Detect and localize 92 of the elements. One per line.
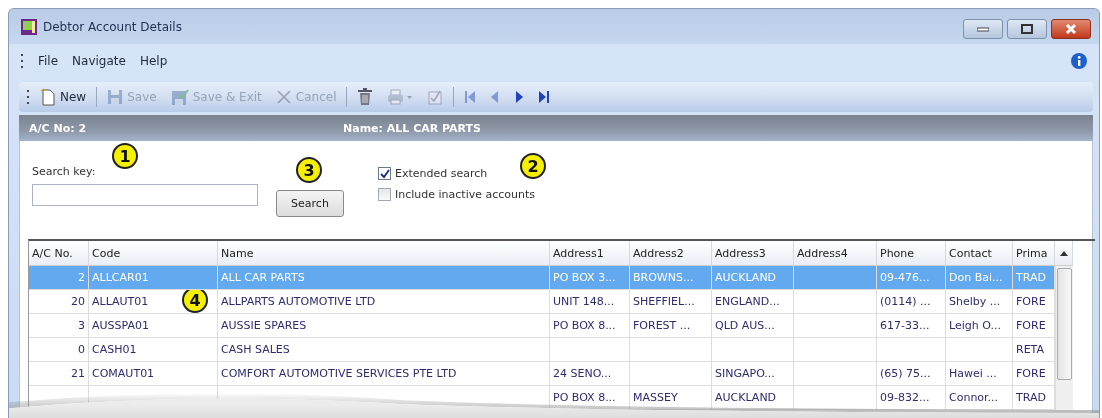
table-cell: Shelby ... [946, 290, 1013, 314]
app-icon [21, 18, 37, 35]
table-cell: UNIT 148... [550, 290, 630, 314]
column-header[interactable]: Prima [1013, 241, 1055, 266]
table-cell: QLD AUS... [712, 314, 794, 338]
table-cell: TRAD [1013, 266, 1055, 290]
previous-icon [490, 90, 501, 104]
table-cell: 21 [29, 362, 89, 386]
save-check-icon [170, 88, 189, 106]
close-icon [1065, 23, 1077, 35]
table-cell: 617-33... [877, 314, 946, 338]
table-cell: PO BOX 8... [550, 314, 630, 338]
first-icon [464, 90, 477, 104]
table-cell: ALLPARTS AUTOMOTIVE LTD [218, 290, 550, 314]
table-cell [946, 338, 1013, 362]
table-cell: ENGLAND... [712, 290, 794, 314]
check-icon [379, 168, 390, 179]
table-cell: FORE [1013, 314, 1055, 338]
callout-badge: 1 [112, 143, 138, 169]
column-header[interactable]: A/C No. [29, 241, 89, 266]
checklist-icon [427, 89, 444, 105]
column-header[interactable]: Phone [877, 241, 946, 266]
table-cell: FORE [1013, 290, 1055, 314]
column-header[interactable]: Address1 [550, 241, 630, 266]
column-header[interactable]: Address3 [712, 241, 794, 266]
trash-icon [357, 88, 374, 106]
column-header[interactable]: Name [218, 241, 550, 266]
window-title: Debtor Account Details [43, 19, 182, 34]
menu-item[interactable]: Help [139, 54, 168, 68]
menu-item[interactable]: Navigate [72, 54, 126, 68]
column-header[interactable]: Code [89, 241, 218, 266]
table-cell: AUCKLAND [712, 266, 794, 290]
scroll-up-button[interactable] [1055, 241, 1073, 266]
callout-badge: 3 [296, 157, 322, 183]
info-icon[interactable] [1071, 53, 1087, 69]
x-icon [275, 89, 292, 105]
search-key-label: Search key: [32, 165, 97, 178]
table-cell: CASH01 [89, 338, 218, 362]
table-cell: 20 [29, 290, 89, 314]
close-button[interactable] [1051, 19, 1091, 39]
new-document-icon [40, 88, 56, 106]
maximize-icon [1021, 24, 1033, 34]
account-number: A/C No: 2 [29, 121, 88, 135]
table-cell: CASH SALES [218, 338, 550, 362]
checkbox-label: Extended search [395, 167, 488, 180]
caret-up-icon [1059, 250, 1068, 256]
next-icon [514, 90, 525, 104]
minimize-icon [977, 26, 989, 32]
table-cell: ALLCAR01 [89, 266, 218, 290]
save-icon [107, 89, 124, 105]
last-icon [538, 90, 551, 104]
table-cell: (65) 75... [877, 362, 946, 386]
checkbox-label: Include inactive accounts [395, 188, 536, 201]
table-cell: FORE [1013, 362, 1055, 386]
column-header[interactable]: Address4 [794, 241, 877, 266]
table-cell: FOREST ... [630, 314, 712, 338]
table-cell: COMAUT01 [89, 362, 218, 386]
grip-icon [27, 90, 30, 104]
table-cell: Hawei ... [946, 362, 1013, 386]
scrollbar[interactable] [1055, 266, 1073, 410]
table-cell: SHEFFIEL... [630, 290, 712, 314]
table-cell: 0 [29, 338, 89, 362]
table-cell: 09-476... [877, 266, 946, 290]
column-header[interactable]: Contact [946, 241, 1013, 266]
grip-icon [21, 54, 24, 68]
account-name: Name: ALL CAR PARTS [343, 121, 481, 135]
table-cell: (0114) ... [877, 290, 946, 314]
search-button[interactable]: Search [276, 190, 344, 217]
new-button[interactable]: New [36, 86, 91, 108]
checkbox[interactable] [378, 188, 391, 201]
table-cell: ALL CAR PARTS [218, 266, 550, 290]
table-cell: 3 [29, 314, 89, 338]
table-cell: COMFORT AUTOMOTIVE SERVICES PTE LTD [218, 362, 550, 386]
table-cell: RETA [1013, 338, 1055, 362]
table-cell: BROWNS... [630, 266, 712, 290]
search-key-field[interactable] [32, 184, 258, 206]
table-cell: PO BOX 3... [550, 266, 630, 290]
table-cell: 24 SENO... [550, 362, 630, 386]
table-cell [877, 338, 946, 362]
table-cell: SINGAPO... [712, 362, 794, 386]
scrollbar-thumb[interactable] [1057, 268, 1072, 380]
table-cell: AUSSIE SPARES [218, 314, 550, 338]
maximize-button[interactable] [1007, 19, 1047, 39]
table-cell: AUSSPA01 [89, 314, 218, 338]
printer-icon [387, 89, 414, 105]
callout-badge: 2 [520, 153, 546, 179]
menu-item[interactable]: File [38, 54, 59, 68]
table-cell: Don Bai... [946, 266, 1013, 290]
table-cell: Leigh O... [946, 314, 1013, 338]
column-header[interactable]: Address2 [630, 241, 712, 266]
checkbox[interactable] [378, 167, 391, 180]
table-cell: 2 [29, 266, 89, 290]
